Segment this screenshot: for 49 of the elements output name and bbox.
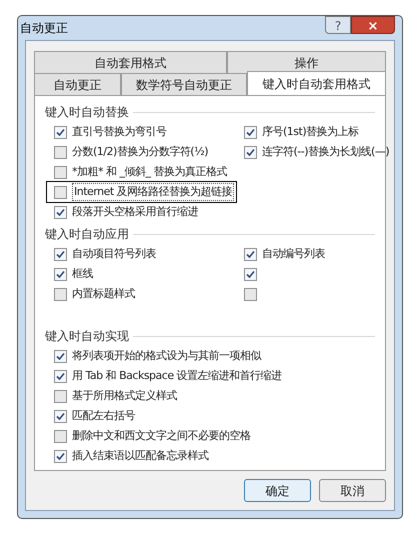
tab[interactable]: 自动更正: [34, 73, 122, 95]
checkbox[interactable]: [244, 248, 257, 260]
checkbox-label: 自动编号列表: [262, 246, 325, 262]
checkbox[interactable]: [54, 350, 67, 362]
tab[interactable]: 自动套用格式: [34, 51, 227, 73]
checkbox[interactable]: [244, 126, 257, 138]
checkbox-label: 插入结束语以匹配备忘录样式: [72, 448, 208, 464]
checkbox-label: Internet 及网络路径替换为超链接: [72, 182, 234, 202]
checkbox[interactable]: [54, 248, 67, 260]
dialog-button[interactable]: 确定: [244, 479, 311, 502]
checkbox[interactable]: [54, 126, 67, 138]
checkbox-label: 序号(1st)替换为上标: [262, 124, 359, 140]
checkbox[interactable]: [244, 146, 257, 158]
tab[interactable]: 键入时自动套用格式: [246, 71, 386, 95]
checkbox-label: 连字符(--)替换为长划线(—): [262, 144, 390, 160]
checkbox-label: 基于所用格式定义样式: [72, 388, 177, 404]
checkbox[interactable]: [54, 450, 67, 462]
checkbox-label: 分数(1/2)替换为分数字符(½): [72, 144, 208, 160]
close-button[interactable]: ×: [351, 16, 395, 34]
checkbox-label: 自动项目符号列表: [72, 246, 156, 262]
section-title: 键入时自动实现: [45, 328, 129, 345]
section-title: 键入时自动应用: [45, 226, 129, 243]
dialog-button[interactable]: 取消: [319, 479, 386, 502]
checkbox[interactable]: [54, 288, 67, 300]
checkbox-label: 删除中文和西文文字之间不必要的空格: [72, 428, 250, 444]
checkbox[interactable]: [244, 288, 257, 300]
tab[interactable]: 数学符号自动更正: [121, 73, 247, 95]
checkbox[interactable]: [54, 268, 67, 280]
checkbox[interactable]: [244, 268, 257, 280]
checkbox-label: 段落开头空格采用首行缩进: [72, 204, 198, 220]
section-title: 键入时自动替换: [45, 104, 129, 121]
checkbox[interactable]: [54, 430, 67, 442]
checkbox[interactable]: [54, 370, 67, 382]
checkbox[interactable]: [54, 146, 67, 158]
tab[interactable]: 操作: [226, 51, 386, 73]
checkbox[interactable]: [54, 390, 67, 402]
checkbox-label: 框线: [72, 266, 93, 282]
checkbox-label: *加粗* 和 _倾斜_ 替换为真正格式: [72, 164, 227, 180]
help-button[interactable]: ?: [325, 16, 351, 34]
checkbox-label: 用 Tab 和 Backspace 设置左缩进和首行缩进: [72, 368, 282, 384]
checkbox-label: 将列表项开始的格式设为与其前一项相似: [72, 348, 261, 364]
checkbox-label: 直引号替换为弯引号: [72, 124, 166, 140]
checkbox[interactable]: [54, 186, 67, 198]
checkbox-label: 内置标题样式: [72, 286, 135, 302]
checkbox[interactable]: [54, 206, 67, 218]
checkbox-label: 匹配左右括号: [72, 408, 135, 424]
window-title: 自动更正: [20, 20, 68, 37]
checkbox[interactable]: [54, 410, 67, 422]
checkbox[interactable]: [54, 166, 67, 178]
